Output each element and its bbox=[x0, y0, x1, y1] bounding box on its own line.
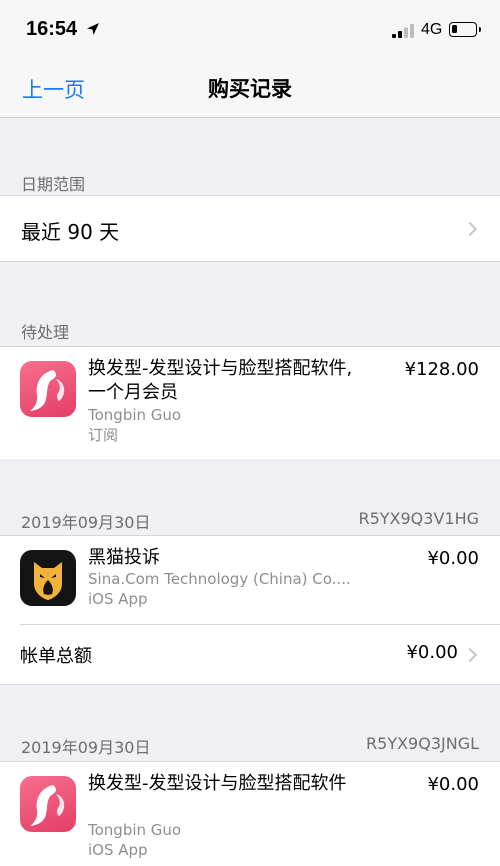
pending-app-developer: Tongbin Guo bbox=[88, 406, 182, 424]
section-header-pending: 待处理 bbox=[21, 323, 70, 342]
status-time: 16:54 bbox=[26, 18, 78, 40]
order-app-type: iOS App bbox=[88, 841, 148, 859]
order-date: 2019年09月30日 bbox=[21, 513, 151, 532]
network-type: 4G bbox=[421, 21, 443, 38]
order-id: R5YX9Q3JNGL bbox=[366, 734, 479, 753]
pending-purchase-row[interactable]: 换发型-发型设计与脸型搭配软件, 一个月会员 Tongbin Guo 订阅 ¥1… bbox=[0, 346, 500, 459]
order-card: 换发型-发型设计与脸型搭配软件 Tongbin Guo iOS App ¥0.0… bbox=[0, 761, 500, 866]
bill-total-value: ¥0.00 bbox=[406, 642, 458, 663]
battery-icon bbox=[449, 22, 481, 37]
order-id: R5YX9Q3V1HG bbox=[358, 509, 479, 528]
page-title: 购买记录 bbox=[208, 77, 292, 101]
hairstyle-app-icon bbox=[20, 776, 76, 832]
status-bar: 16:54 4G bbox=[0, 0, 500, 60]
order-app-developer: Sina.Com Technology (China) Co.... bbox=[88, 570, 351, 588]
bill-total-label: 帐单总额 bbox=[20, 646, 92, 667]
order-header: 2019年09月30日 R5YX9Q3V1HG bbox=[0, 509, 500, 533]
order-app-type: iOS App bbox=[88, 590, 148, 608]
order-app-name: 黑猫投诉 bbox=[88, 547, 160, 568]
navigation-bar: 上一页 购买记录 bbox=[0, 60, 500, 118]
signal-bars-icon bbox=[392, 24, 414, 38]
hairstyle-app-icon bbox=[20, 361, 76, 417]
black-cat-app-icon bbox=[20, 550, 76, 606]
pending-app-type: 订阅 bbox=[88, 426, 119, 444]
order-app-developer: Tongbin Guo bbox=[88, 821, 182, 839]
chevron-right-icon bbox=[462, 647, 478, 663]
date-range-row[interactable]: 最近 90 天 bbox=[0, 195, 500, 262]
date-range-value: 最近 90 天 bbox=[21, 220, 120, 244]
pending-app-price: ¥128.00 bbox=[404, 359, 479, 380]
pending-app-name: 换发型-发型设计与脸型搭配软件, 一个月会员 bbox=[88, 358, 353, 403]
battery-level bbox=[452, 25, 457, 33]
location-arrow-icon bbox=[87, 23, 99, 35]
order-app-name: 换发型-发型设计与脸型搭配软件 bbox=[88, 773, 347, 794]
chevron-right-icon bbox=[462, 221, 478, 237]
order-app-price: ¥0.00 bbox=[427, 774, 479, 795]
section-header-date-range: 日期范围 bbox=[21, 175, 86, 194]
order-app-price: ¥0.00 bbox=[427, 548, 479, 569]
order-card: 黑猫投诉 Sina.Com Technology (China) Co.... … bbox=[0, 535, 500, 685]
bill-total-row[interactable]: 帐单总额 ¥0.00 bbox=[0, 625, 500, 685]
order-date: 2019年09月30日 bbox=[21, 738, 151, 757]
order-header: 2019年09月30日 R5YX9Q3JNGL bbox=[0, 734, 500, 758]
